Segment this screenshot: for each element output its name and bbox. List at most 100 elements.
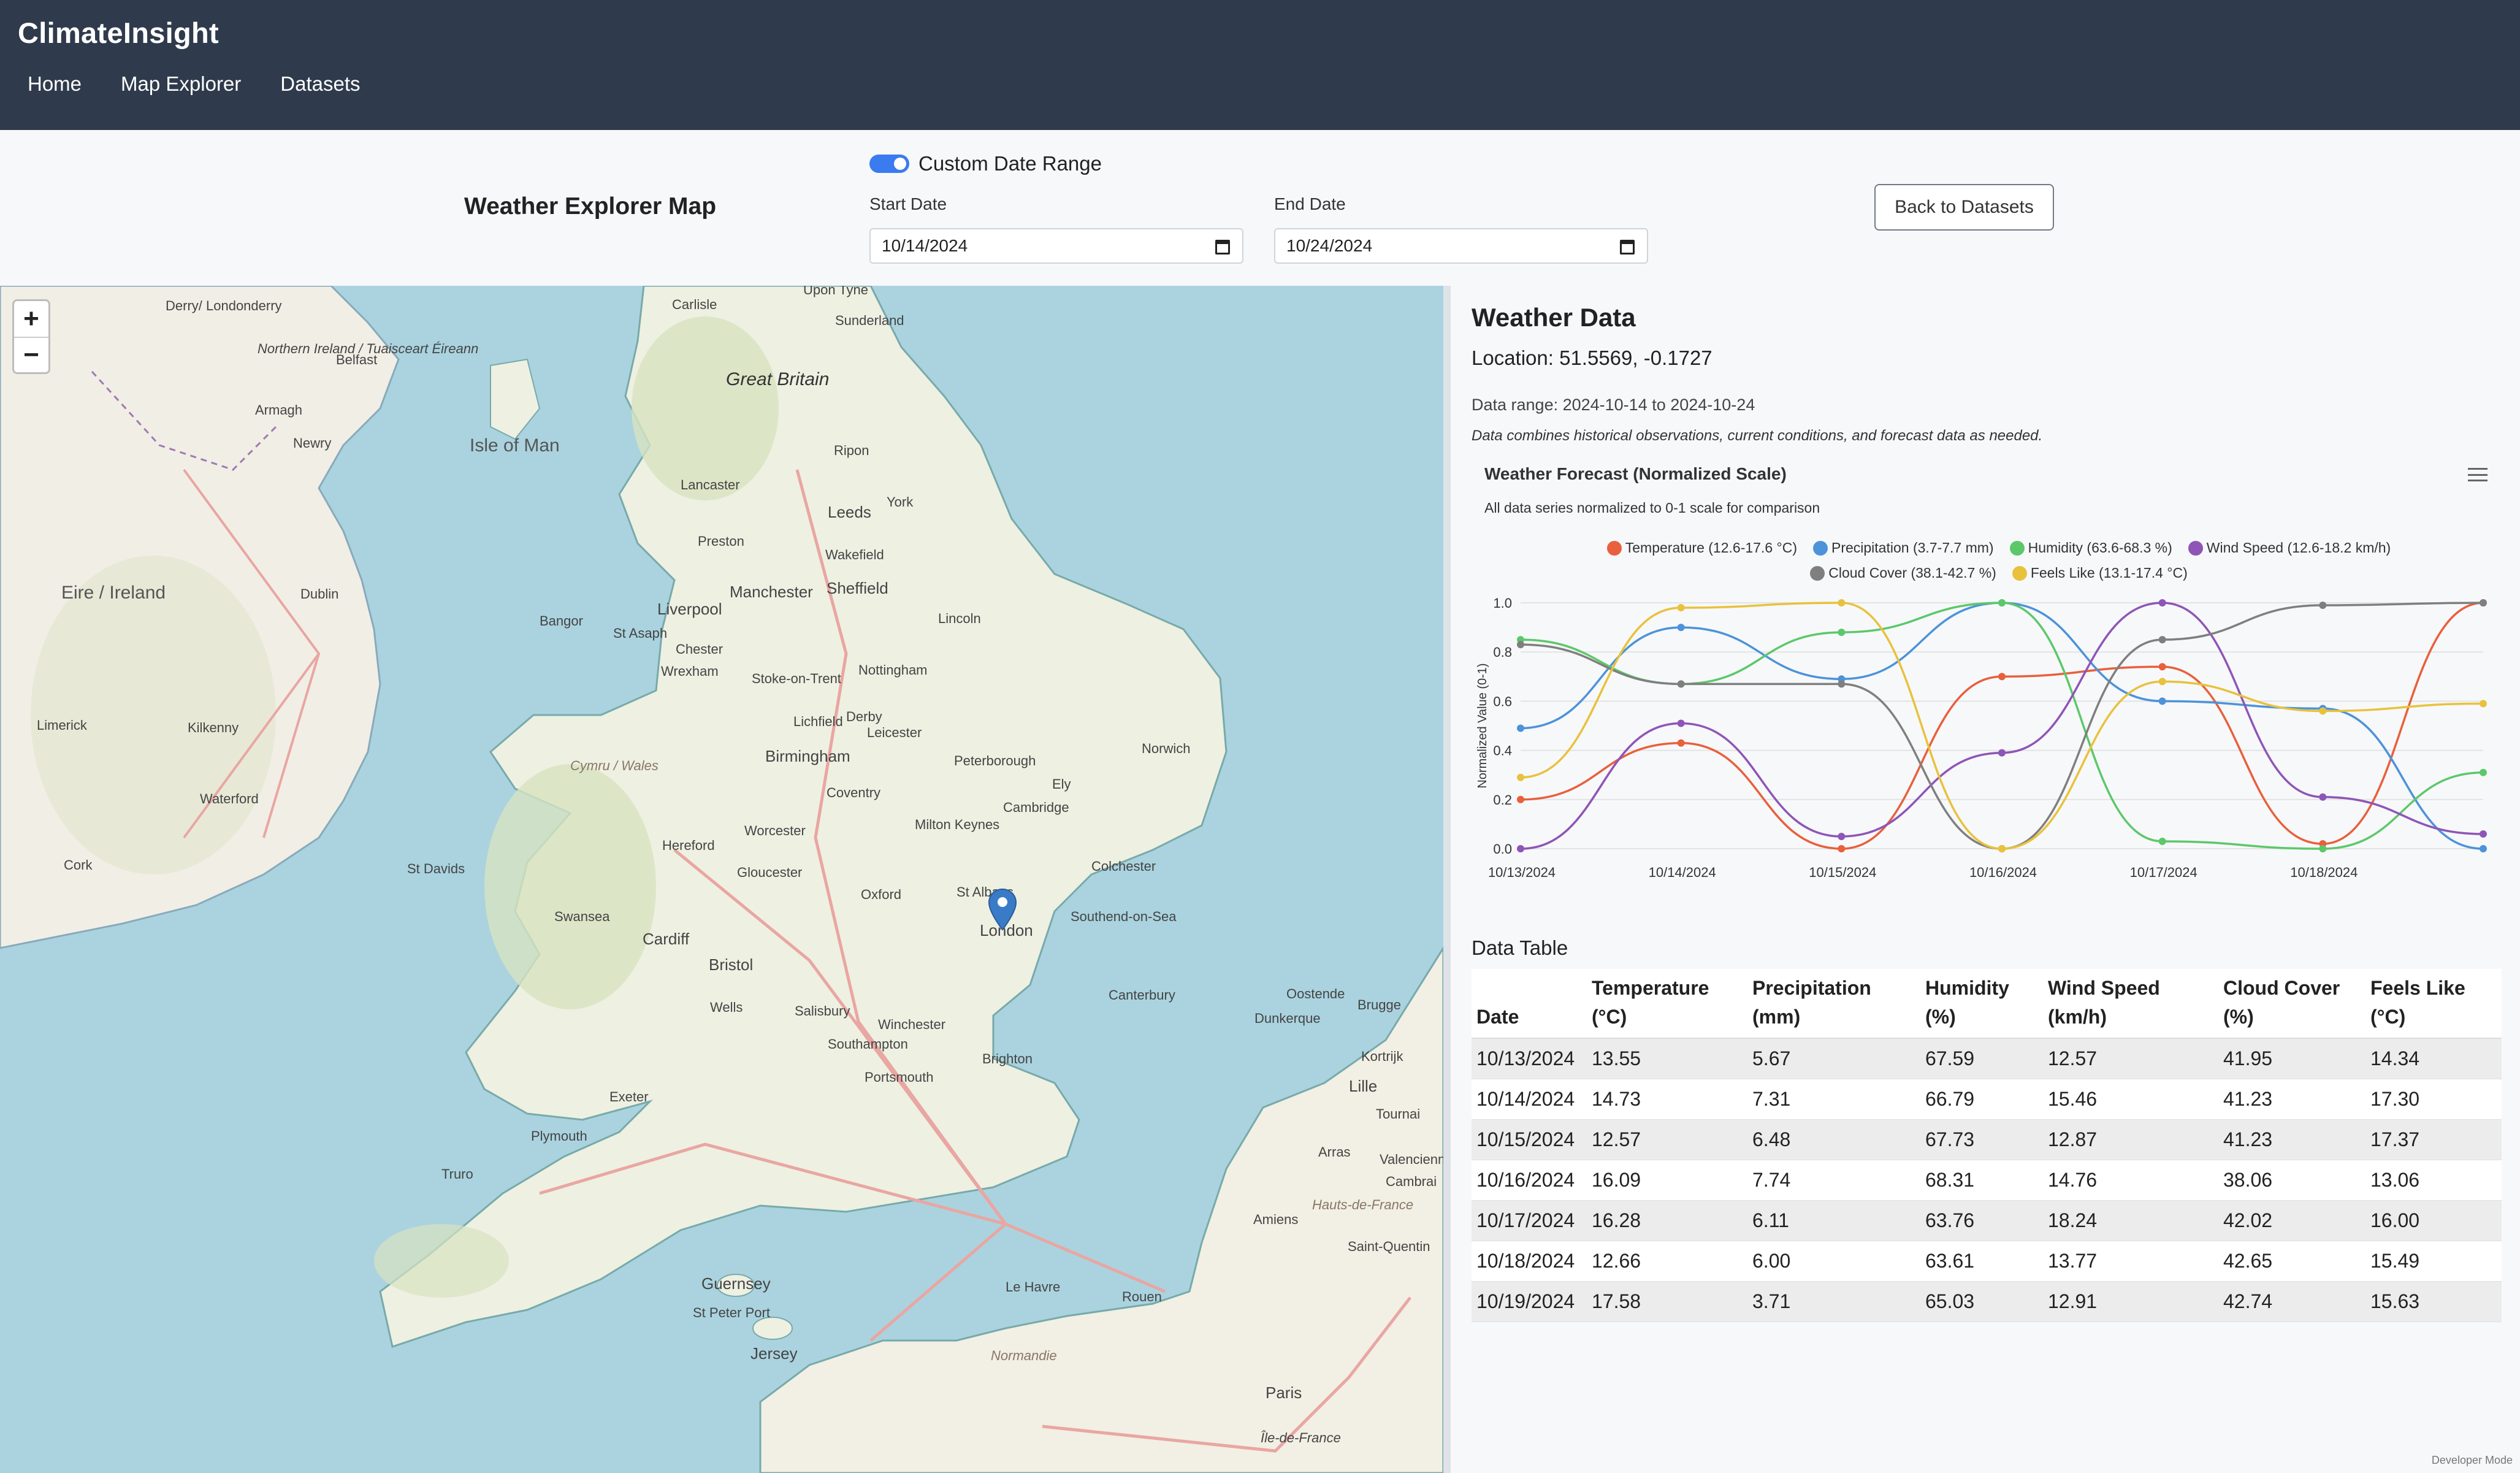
weather-data-title: Weather Data xyxy=(1472,303,1636,332)
table-cell: 17.37 xyxy=(2365,1119,2502,1160)
table-cell: 5.67 xyxy=(1747,1038,1920,1079)
map-label: York xyxy=(887,494,914,510)
x-tick-label: 10/16/2024 xyxy=(1969,865,2037,880)
map-label: Leeds xyxy=(828,503,871,521)
zoom-in-button[interactable]: + xyxy=(14,301,48,337)
map-label: Brighton xyxy=(982,1051,1033,1066)
column-header: Wind Speed (km/h) xyxy=(2043,969,2218,1039)
map-label: Great Britain xyxy=(726,369,830,389)
table-cell: 12.91 xyxy=(2043,1281,2218,1322)
column-header-text: (%) xyxy=(1925,1006,1956,1028)
map-label: Brugge xyxy=(1357,997,1401,1012)
table-cell: 10/14/2024 xyxy=(1472,1079,1587,1120)
end-date-input[interactable]: 10/24/2024 xyxy=(1274,228,1648,264)
data-point xyxy=(2158,636,2166,644)
legend-item-cloud-cover[interactable]: Cloud Cover (38.1-42.7 %) xyxy=(1810,565,1996,581)
nav-home[interactable]: Home xyxy=(28,72,82,96)
y-tick-label: 0.8 xyxy=(1493,645,1512,660)
map-label: Birmingham xyxy=(765,747,850,765)
data-point xyxy=(2319,845,2327,852)
hamburger-menu-icon[interactable] xyxy=(2468,468,2488,481)
end-date-label: End Date xyxy=(1274,194,1346,213)
table-cell: 3.71 xyxy=(1747,1281,1920,1322)
nav-datasets[interactable]: Datasets xyxy=(280,72,360,96)
table-cell: 12.87 xyxy=(2043,1119,2218,1160)
table-row: 10/19/2024 17.58 3.71 65.03 12.91 42.74 15.63 xyxy=(1472,1281,2502,1322)
weather-data-table: Date Temperature (°C) Precipitation (mm) Humi… xyxy=(1472,969,2502,1322)
map-label: Oostende xyxy=(1286,986,1345,1001)
data-point xyxy=(1517,845,1524,852)
map-label: Eire / Ireland xyxy=(61,583,166,603)
app-title[interactable]: ClimateInsight xyxy=(18,16,219,50)
table-row: 10/17/2024 16.28 6.11 63.76 18.24 42.02 16.00 xyxy=(1472,1200,2502,1241)
map-label: Amiens xyxy=(1253,1212,1299,1227)
start-date-input[interactable]: 10/14/2024 xyxy=(869,228,1243,264)
map-label: Sheffield xyxy=(827,579,888,597)
data-point xyxy=(1517,795,1524,803)
map-view[interactable]: Great Britain Isle of Man Eire / Ireland… xyxy=(0,286,1443,1473)
map-label: Kortrijk xyxy=(1361,1049,1403,1064)
nav-map-explorer[interactable]: Map Explorer xyxy=(121,72,241,96)
map-label: Guernsey xyxy=(701,1274,771,1293)
map-label: Exeter xyxy=(609,1089,649,1104)
legend-label: Temperature (12.6-17.6 °C) xyxy=(1625,540,1797,556)
developer-mode-label: Developer Mode xyxy=(2431,1454,2513,1466)
data-point xyxy=(1998,845,2006,852)
map-label: Preston xyxy=(698,534,744,549)
table-cell: 17.58 xyxy=(1587,1281,1747,1322)
map-label: Tournai xyxy=(1376,1106,1421,1122)
data-point xyxy=(2158,599,2166,606)
data-point xyxy=(1838,845,1846,852)
map-label: Plymouth xyxy=(531,1128,587,1144)
table-cell: 13.06 xyxy=(2365,1160,2502,1201)
data-point xyxy=(1838,832,1846,840)
map-tiles[interactable] xyxy=(0,286,1443,1473)
y-tick-label: 0.2 xyxy=(1493,792,1512,808)
panel-splitter[interactable] xyxy=(1443,286,1451,1473)
table-cell: 6.48 xyxy=(1747,1119,1920,1160)
calendar-icon[interactable] xyxy=(1215,240,1230,254)
data-point xyxy=(2480,845,2487,852)
legend-item-temperature[interactable]: Temperature (12.6-17.6 °C) xyxy=(1606,540,1797,556)
map-pin-icon[interactable] xyxy=(987,888,1018,932)
data-point xyxy=(1838,680,1846,688)
map-label: Lincoln xyxy=(938,611,981,626)
column-header-text: (km/h) xyxy=(2048,1006,2107,1028)
map-label: Newry xyxy=(293,435,332,451)
map-label: Sunderland xyxy=(835,313,904,328)
map-label: Colchester xyxy=(1091,859,1156,874)
column-header-text: Temperature xyxy=(1592,977,1709,999)
map-label: Le Havre xyxy=(1006,1279,1061,1295)
column-header-text: (°C) xyxy=(1592,1006,1627,1028)
zoom-out-button[interactable]: − xyxy=(14,337,48,372)
map-label: Gloucester xyxy=(737,865,803,880)
legend-label: Feels Like (13.1-17.4 °C) xyxy=(2030,565,2188,581)
map-label: Île-de-France xyxy=(1261,1430,1341,1445)
back-to-datasets-button[interactable]: Back to Datasets xyxy=(1874,184,2054,231)
table-cell: 7.31 xyxy=(1747,1079,1920,1120)
map-label: Southampton xyxy=(828,1036,908,1052)
legend-item-precipitation[interactable]: Precipitation (3.7-7.7 mm) xyxy=(1812,540,1994,556)
legend-item-humidity[interactable]: Humidity (63.6-68.3 %) xyxy=(2009,540,2172,556)
calendar-icon[interactable] xyxy=(1620,240,1635,254)
map-label: Belfast xyxy=(336,352,378,367)
table-cell: 65.03 xyxy=(1920,1281,2043,1322)
table-cell: 12.66 xyxy=(1587,1241,1747,1282)
legend-item-wind-speed[interactable]: Wind Speed (12.6-18.2 km/h) xyxy=(2188,540,2391,556)
map-label: Rouen xyxy=(1122,1289,1162,1304)
legend-dot xyxy=(1812,540,1828,556)
weather-line-chart[interactable]: 0.0 0.2 0.4 0.6 0.8 1.0 10/13/2024 10/14/2024 10… xyxy=(1472,589,2502,883)
table-cell: 15.49 xyxy=(2365,1241,2502,1282)
map-label: Waterford xyxy=(200,791,259,806)
legend-item-feels-like[interactable]: Feels Like (13.1-17.4 °C) xyxy=(2012,565,2188,581)
custom-date-range-toggle[interactable] xyxy=(869,155,909,173)
table-cell: 10/18/2024 xyxy=(1472,1241,1587,1282)
table-row: 10/15/2024 12.57 6.48 67.73 12.87 41.23 17.37 xyxy=(1472,1119,2502,1160)
table-cell: 13.55 xyxy=(1587,1038,1747,1079)
map-label: Upon Tyne xyxy=(803,286,869,297)
map-label: Cork xyxy=(64,857,93,873)
table-cell: 41.23 xyxy=(2218,1119,2365,1160)
data-table-title: Data Table xyxy=(1472,936,1568,959)
table-row: 10/18/2024 12.66 6.00 63.61 13.77 42.65 15.49 xyxy=(1472,1241,2502,1282)
map-label: Ely xyxy=(1052,776,1071,792)
